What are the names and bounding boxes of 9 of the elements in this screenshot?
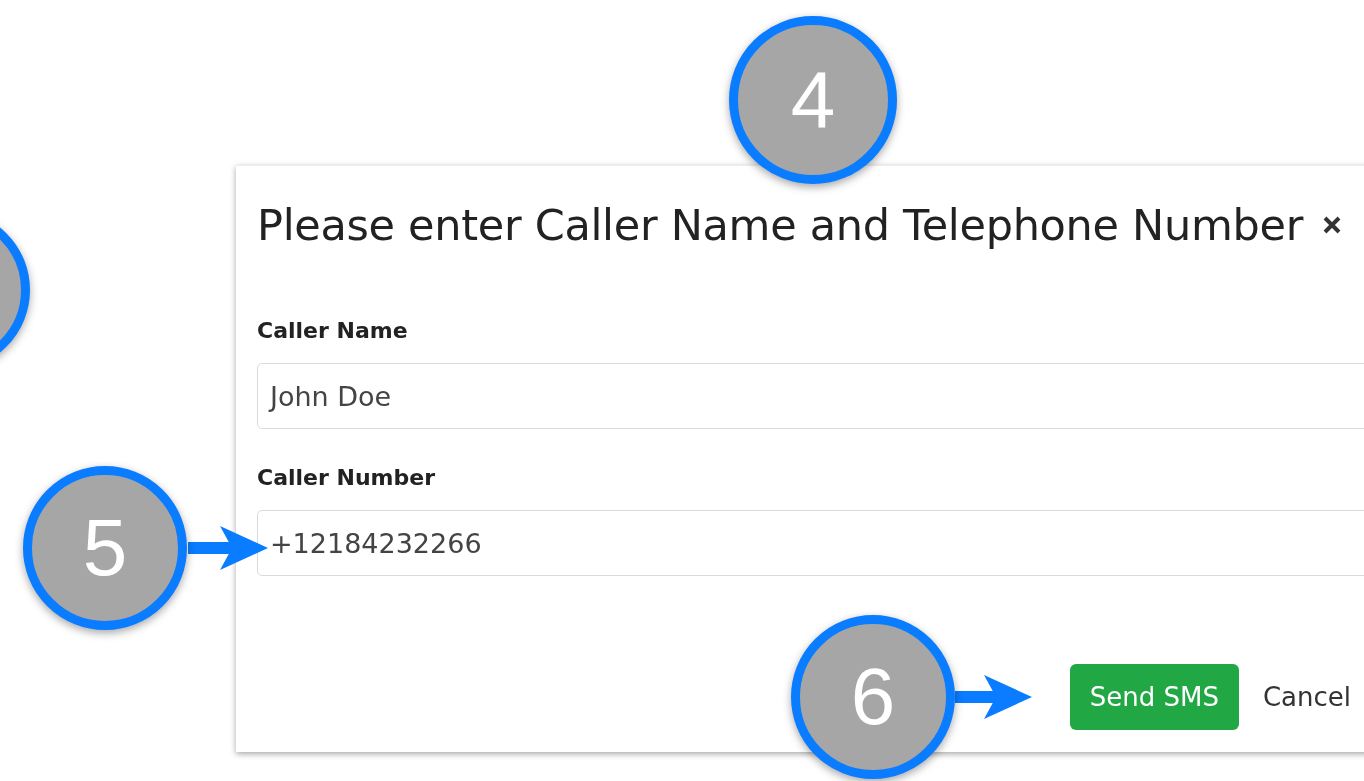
input-field[interactable]: John Doe bbox=[257, 363, 1364, 429]
step-badge: 5 bbox=[23, 466, 187, 630]
field-label: Caller Number bbox=[257, 465, 437, 490]
input-field[interactable]: +12184232266 bbox=[257, 510, 1364, 576]
field-label: Caller Name bbox=[257, 318, 409, 343]
close-icon[interactable] bbox=[1323, 216, 1342, 234]
dialog-title: Please enter Caller Name and Telephone Number bbox=[257, 200, 1304, 250]
step-badge: 4 bbox=[729, 16, 897, 184]
cancel-button[interactable]: Cancel bbox=[1256, 682, 1357, 712]
